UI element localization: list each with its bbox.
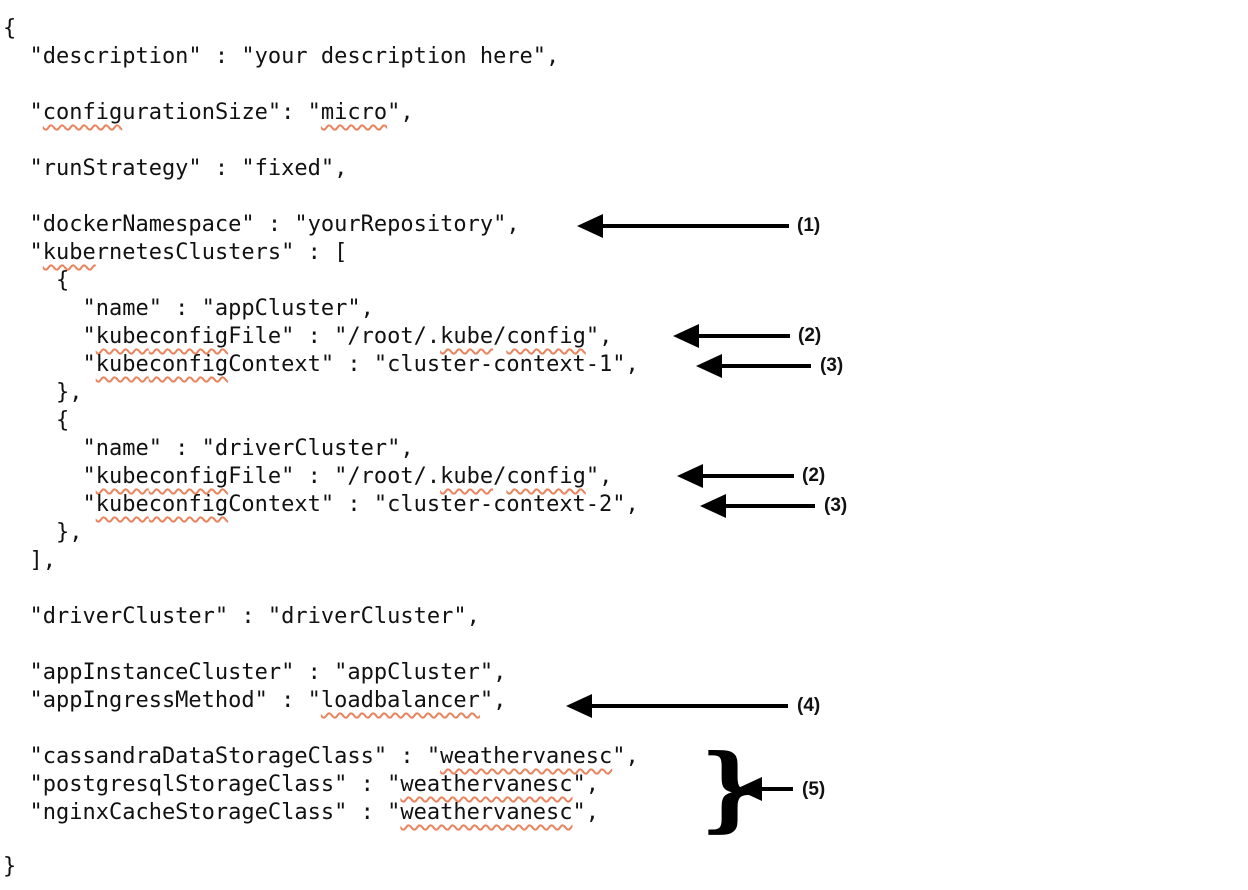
code-line: }, — [3, 520, 83, 545]
code-line: ], — [3, 548, 56, 573]
annotation-label: (3) — [820, 355, 844, 376]
code-line: "kubeconfigFile" : "/root/.kube/config", — [3, 464, 613, 489]
json-config-listing: { "description" : "your description here… — [0, 0, 1248, 890]
code-line: }, — [3, 380, 83, 405]
left-arrow-icon — [700, 494, 815, 518]
spellcheck-word: config — [148, 464, 229, 489]
spellcheck-word: config — [42, 100, 123, 125]
code-line: "appInstanceCluster" : "appCluster", — [3, 660, 507, 685]
left-arrow-icon — [677, 464, 794, 488]
code-line: { — [3, 16, 17, 41]
spellcheck-word: kube — [95, 464, 149, 489]
code-line: "description" : "your description here", — [3, 44, 560, 69]
code-line: "kubeconfigContext" : "cluster-context-2… — [3, 492, 639, 517]
annotation-label: (5) — [802, 779, 826, 800]
code-line: "kubernetesClusters" : [ — [3, 240, 348, 265]
code-line: "name" : "driverCluster", — [3, 436, 414, 461]
spellcheck-word: micro — [320, 100, 388, 125]
left-arrow-icon — [566, 694, 788, 718]
spellcheck-word: weathervanesc — [440, 744, 613, 769]
spellcheck-word: kube — [95, 492, 149, 517]
code-line: "dockerNamespace" : "yourRepository", — [3, 212, 520, 237]
left-arrow-icon — [577, 214, 789, 238]
code-line: "postgresqlStorageClass" : "weathervanes… — [3, 772, 600, 797]
spellcheck-word: config — [148, 352, 229, 377]
annotation-label: (2) — [802, 465, 826, 486]
spellcheck-word: config — [506, 324, 586, 349]
annotation-label: (2) — [798, 325, 822, 346]
spellcheck-word: kube — [42, 240, 96, 265]
spellcheck-word: weathervanesc — [400, 772, 573, 797]
spellcheck-word: weathervanesc — [400, 800, 573, 825]
left-arrow-icon — [696, 354, 811, 378]
spellcheck-word: config — [506, 464, 586, 489]
code-line: "nginxCacheStorageClass" : "weathervanes… — [3, 800, 600, 825]
code-line: "cassandraDataStorageClass" : "weatherva… — [3, 744, 639, 769]
code-line: { — [3, 408, 70, 433]
code-line: } — [3, 854, 17, 879]
spellcheck-word: kube — [95, 324, 149, 349]
spellcheck-word: kube — [95, 352, 149, 377]
annotation-label: (1) — [797, 215, 821, 236]
left-arrow-icon — [736, 777, 793, 801]
spellcheck-word: kube — [440, 464, 494, 489]
code-line: "name" : "appCluster", — [3, 296, 374, 321]
spellcheck-word: config — [148, 492, 229, 517]
annotation-label: (4) — [797, 695, 821, 716]
spellcheck-word: kube — [440, 324, 494, 349]
code-line: "kubeconfigFile" : "/root/.kube/config", — [3, 324, 613, 349]
spellcheck-word: loadbalancer — [320, 688, 480, 713]
code-text: "configurationSize": "micro", — [3, 100, 414, 125]
code-line: "appIngressMethod" : "loadbalancer", — [3, 688, 507, 713]
annotation-label: (3) — [824, 495, 848, 516]
code-line: "runStrategy" : "fixed", — [3, 156, 348, 181]
code-line: "kubeconfigContext" : "cluster-context-1… — [3, 352, 639, 377]
spellcheck-word: config — [148, 324, 229, 349]
left-arrow-icon — [673, 324, 790, 348]
code-line: { — [3, 268, 70, 293]
code-line: "driverCluster" : "driverCluster", — [3, 604, 480, 629]
code-line: "configurationSize": "micro", — [3, 99, 414, 127]
